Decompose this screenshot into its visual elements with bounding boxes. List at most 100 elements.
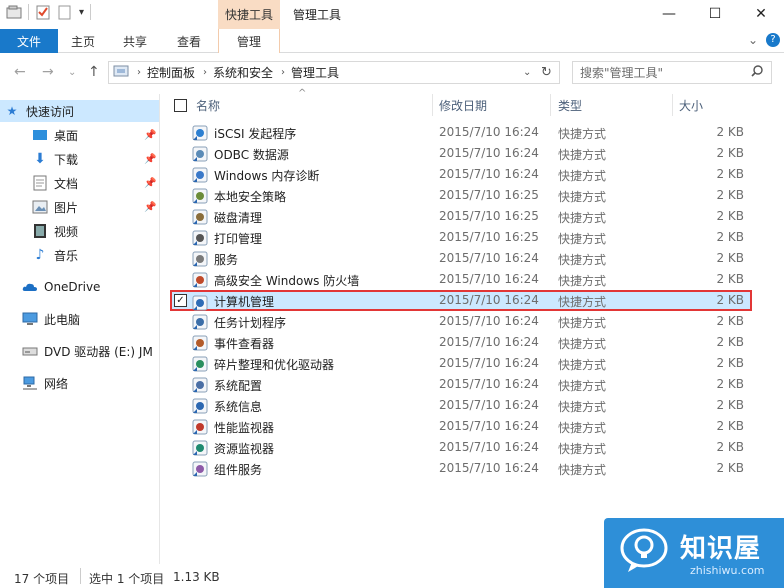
- file-row[interactable]: 事件查看器 2015/7/10 16:24 快捷方式 2 KB: [170, 332, 752, 353]
- folder-window-icon[interactable]: [6, 4, 22, 20]
- pin-icon[interactable]: 📌: [144, 130, 156, 141]
- sidebar-item-dvd-drive[interactable]: DVD 驱动器 (E:) JM: [0, 340, 159, 362]
- column-header-name[interactable]: 名称: [196, 92, 220, 118]
- file-row[interactable]: 服务 2015/7/10 16:24 快捷方式 2 KB: [170, 248, 752, 269]
- sidebar-item-onedrive[interactable]: OneDrive: [0, 276, 159, 298]
- ribbon-tabs: 文件 主页 共享 查看 管理 ⌄ ?: [0, 29, 784, 53]
- address-dropdown-icon[interactable]: ⌄: [523, 67, 531, 78]
- file-name: 碎片整理和优化驱动器: [214, 358, 335, 372]
- column-header-type[interactable]: 类型: [558, 92, 582, 118]
- recent-locations-icon[interactable]: ⌄: [68, 67, 76, 78]
- forward-arrow-icon[interactable]: →: [42, 64, 54, 80]
- file-name: 系统信息: [214, 400, 263, 414]
- video-icon: [32, 223, 48, 239]
- file-modified: 2015/7/10 16:24: [439, 419, 539, 433]
- close-button[interactable]: ✕: [738, 0, 784, 28]
- row-checkbox[interactable]: ✓: [174, 294, 187, 307]
- tab-home[interactable]: 主页: [62, 29, 104, 53]
- select-all-checkbox[interactable]: [174, 99, 187, 112]
- file-row[interactable]: 系统信息 2015/7/10 16:24 快捷方式 2 KB: [170, 395, 752, 416]
- shortcut-icon: [192, 272, 208, 288]
- up-arrow-icon[interactable]: ↑: [88, 64, 100, 80]
- sidebar-item-network[interactable]: 网络: [0, 372, 159, 394]
- breadcrumb-control-panel[interactable]: 控制面板: [147, 64, 195, 81]
- file-size: 2 KB: [716, 293, 744, 307]
- new-folder-icon[interactable]: [57, 4, 73, 20]
- maximize-button[interactable]: ☐: [692, 0, 738, 28]
- file-row[interactable]: iSCSI 发起程序 2015/7/10 16:24 快捷方式 2 KB: [170, 122, 752, 143]
- bulb-bubble-icon: [618, 526, 670, 574]
- breadcrumb-admin-tools[interactable]: 管理工具: [291, 64, 339, 81]
- search-input[interactable]: 搜索"管理工具": [572, 61, 772, 84]
- file-type: 快捷方式: [558, 169, 607, 183]
- pin-icon[interactable]: 📌: [144, 202, 156, 213]
- column-header-size[interactable]: 大小: [679, 92, 703, 118]
- file-name: iSCSI 发起程序: [214, 127, 297, 141]
- file-row[interactable]: 高级安全 Windows 防火墙 2015/7/10 16:24 快捷方式 2 KB: [170, 269, 752, 290]
- minimize-button[interactable]: —: [646, 0, 692, 28]
- file-row[interactable]: 性能监视器 2015/7/10 16:24 快捷方式 2 KB: [170, 416, 752, 437]
- file-row[interactable]: 打印管理 2015/7/10 16:25 快捷方式 2 KB: [170, 227, 752, 248]
- pin-icon[interactable]: 📌: [144, 178, 156, 189]
- sidebar-item-videos[interactable]: 视频: [0, 220, 159, 242]
- breadcrumb-separator: ›: [281, 67, 286, 78]
- file-row[interactable]: 本地安全策略 2015/7/10 16:25 快捷方式 2 KB: [170, 185, 752, 206]
- file-row[interactable]: 组件服务 2015/7/10 16:24 快捷方式 2 KB: [170, 458, 752, 479]
- file-modified: 2015/7/10 16:24: [439, 461, 539, 475]
- breadcrumb-system-security[interactable]: 系统和安全: [213, 64, 273, 81]
- separator: [90, 4, 92, 20]
- tab-file[interactable]: 文件: [0, 29, 58, 53]
- file-row[interactable]: 系统配置 2015/7/10 16:24 快捷方式 2 KB: [170, 374, 752, 395]
- file-modified: 2015/7/10 16:24: [439, 356, 539, 370]
- file-row[interactable]: 磁盘清理 2015/7/10 16:25 快捷方式 2 KB: [170, 206, 752, 227]
- sort-ascending-icon: ^: [298, 88, 307, 99]
- column-divider[interactable]: [672, 94, 673, 116]
- file-row[interactable]: Windows 内存诊断 2015/7/10 16:24 快捷方式 2 KB: [170, 164, 752, 185]
- column-divider[interactable]: [432, 94, 433, 116]
- help-icon[interactable]: ?: [766, 33, 780, 47]
- sidebar-item-pictures[interactable]: 图片 📌: [0, 196, 159, 218]
- sidebar-item-downloads[interactable]: ⬇ 下载 📌: [0, 148, 159, 170]
- file-type: 快捷方式: [558, 127, 607, 141]
- file-row[interactable]: ODBC 数据源 2015/7/10 16:24 快捷方式 2 KB: [170, 143, 752, 164]
- pin-icon[interactable]: 📌: [144, 154, 156, 165]
- tab-manage[interactable]: 管理: [218, 29, 280, 53]
- sidebar-item-label: 此电脑: [44, 312, 81, 327]
- file-name: 磁盘清理: [214, 211, 263, 225]
- address-bar[interactable]: › 控制面板 › 系统和安全 › 管理工具 ⌄ ↻: [108, 61, 560, 84]
- refresh-icon[interactable]: ↻: [541, 65, 552, 80]
- back-arrow-icon[interactable]: ←: [14, 64, 26, 80]
- watermark-subtitle: zhishiwu.com: [690, 564, 765, 577]
- column-header-modified[interactable]: 修改日期: [439, 92, 487, 118]
- sidebar-item-desktop[interactable]: 桌面 📌: [0, 124, 159, 146]
- shortcut-icon: [192, 251, 208, 267]
- file-row[interactable]: ✓ 计算机管理 2015/7/10 16:24 快捷方式 2 KB: [170, 290, 752, 311]
- file-size: 2 KB: [716, 188, 744, 202]
- shortcut-icon: [192, 295, 208, 311]
- file-type: 快捷方式: [558, 400, 607, 414]
- file-type: 快捷方式: [558, 337, 607, 351]
- sidebar-item-music[interactable]: ♪ 音乐: [0, 244, 159, 266]
- tab-share[interactable]: 共享: [112, 29, 158, 53]
- file-name: ODBC 数据源: [214, 148, 289, 162]
- file-row[interactable]: 碎片整理和优化驱动器 2015/7/10 16:24 快捷方式 2 KB: [170, 353, 752, 374]
- ribbon-collapse-icon[interactable]: ⌄: [748, 33, 758, 47]
- picture-icon: [32, 199, 48, 215]
- file-name: 打印管理: [214, 232, 263, 246]
- quick-access-toolbar: ▾: [6, 4, 92, 20]
- sidebar-item-quick-access[interactable]: ★ 快速访问: [0, 100, 159, 122]
- file-row[interactable]: 资源监视器 2015/7/10 16:24 快捷方式 2 KB: [170, 437, 752, 458]
- column-divider[interactable]: [550, 94, 551, 116]
- file-type: 快捷方式: [558, 442, 607, 456]
- tab-view[interactable]: 查看: [166, 29, 212, 53]
- file-type: 快捷方式: [558, 232, 607, 246]
- properties-icon[interactable]: [35, 4, 51, 20]
- file-row[interactable]: 任务计划程序 2015/7/10 16:24 快捷方式 2 KB: [170, 311, 752, 332]
- qat-dropdown-icon[interactable]: ▾: [79, 7, 84, 18]
- file-name: 任务计划程序: [214, 316, 287, 330]
- sidebar-item-label: 桌面: [54, 128, 79, 143]
- download-icon: ⬇: [34, 151, 46, 167]
- file-size: 2 KB: [716, 461, 744, 475]
- sidebar-item-this-pc[interactable]: 此电脑: [0, 308, 159, 330]
- sidebar-item-documents[interactable]: 文档 📌: [0, 172, 159, 194]
